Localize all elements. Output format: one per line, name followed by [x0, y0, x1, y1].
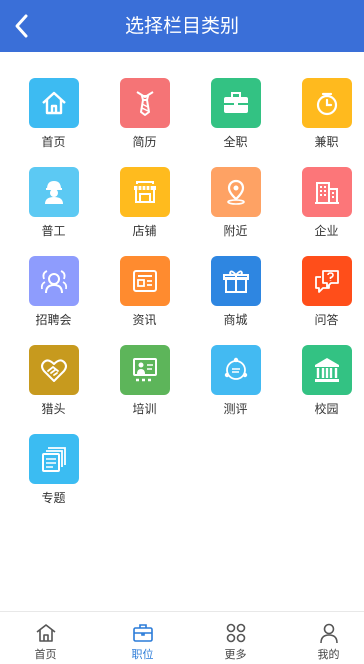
category-item-company[interactable]: 企业 — [281, 141, 364, 238]
category-tile — [302, 78, 352, 128]
clock-icon — [316, 92, 338, 116]
category-item-fulltime[interactable]: 全职 — [190, 52, 281, 149]
category-item-resume[interactable]: 简历 — [99, 52, 190, 149]
header: 选择栏目类别 — [0, 0, 364, 52]
category-tile — [29, 167, 79, 217]
category-tile — [120, 78, 170, 128]
category-item-assessment[interactable]: 测评 — [190, 319, 281, 416]
tab-label: 我的 — [317, 648, 340, 661]
topic-doc-icon — [42, 447, 66, 472]
category-item-mall[interactable]: 商城 — [190, 230, 281, 327]
category-tile — [211, 345, 261, 395]
category-item-news[interactable]: 资讯 — [99, 230, 190, 327]
tab-more[interactable]: 更多 — [190, 612, 281, 664]
home-icon — [36, 624, 56, 642]
building-icon — [315, 182, 339, 204]
briefcase-icon — [133, 624, 153, 642]
grid-icon — [226, 623, 246, 643]
category-tile — [120, 167, 170, 217]
user-icon — [320, 623, 338, 644]
category-tile — [211, 256, 261, 306]
category-tile — [302, 167, 352, 217]
category-tile — [120, 256, 170, 306]
briefcase-icon — [224, 92, 248, 113]
category-label: 培训 — [132, 402, 157, 416]
handshake-heart-icon — [41, 359, 67, 382]
tab-home[interactable]: 首页 — [0, 612, 91, 664]
page-title: 选择栏目类别 — [124, 15, 239, 37]
shop-icon — [134, 181, 156, 203]
bottom-tab-bar: 首页 职位 更多 我的 — [0, 611, 364, 664]
tab-label: 职位 — [131, 648, 154, 661]
category-tile — [211, 167, 261, 217]
chat-question-icon — [315, 270, 339, 293]
category-label: 测评 — [223, 402, 248, 416]
category-label: 专题 — [41, 491, 66, 505]
category-item-qa[interactable]: 问答 — [281, 230, 364, 327]
category-tile — [302, 256, 352, 306]
news-icon — [133, 270, 157, 292]
gift-icon — [223, 270, 249, 293]
category-item-topic[interactable]: 专题 — [8, 408, 99, 505]
category-tile — [302, 345, 352, 395]
worker-icon — [45, 181, 63, 204]
category-item-parttime[interactable]: 兼职 — [281, 52, 364, 149]
category-tile — [29, 78, 79, 128]
location-pin-icon — [227, 179, 245, 205]
tab-label: 首页 — [34, 648, 57, 661]
category-tile — [211, 78, 261, 128]
category-item-headhunter[interactable]: 猎头 — [8, 319, 99, 416]
tab-profile[interactable]: 我的 — [283, 612, 364, 664]
category-tile — [29, 256, 79, 306]
category-tile — [120, 345, 170, 395]
category-tile — [29, 434, 79, 484]
home-icon — [42, 91, 66, 115]
category-item-campus[interactable]: 校园 — [281, 319, 364, 416]
tab-jobs[interactable]: 职位 — [97, 612, 188, 664]
assessment-icon — [224, 357, 248, 380]
category-item-nearby[interactable]: 附近 — [190, 141, 281, 238]
presentation-icon — [133, 358, 157, 382]
tab-label: 更多 — [224, 648, 247, 661]
people-icon — [40, 270, 68, 294]
category-item-shop[interactable]: 店铺 — [99, 141, 190, 238]
category-tile — [29, 345, 79, 395]
category-item-jobfair[interactable]: 招聘会 — [8, 230, 99, 327]
category-item-home[interactable]: 首页 — [8, 52, 99, 149]
campus-icon — [315, 358, 339, 382]
tie-icon — [136, 91, 154, 116]
category-label: 校园 — [314, 402, 339, 416]
category-item-training[interactable]: 培训 — [99, 319, 190, 416]
category-item-worker[interactable]: 普工 — [8, 141, 99, 238]
